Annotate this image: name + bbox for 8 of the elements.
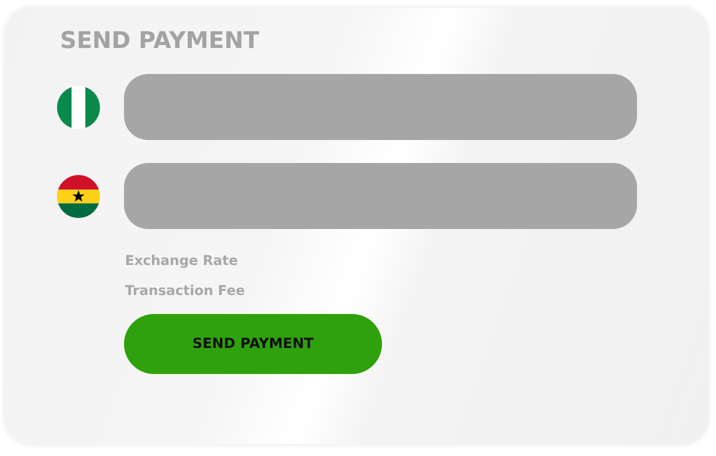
flag-icon	[57, 86, 100, 128]
star-flag-icon	[57, 174, 100, 218]
amount-field[interactable]	[124, 163, 637, 229]
amount-field[interactable]	[124, 74, 637, 140]
info-label: Exchange Rate	[125, 252, 239, 271]
send-payment-button[interactable]: SEND PAYMENT	[124, 314, 382, 374]
info-label: Transaction Fee	[125, 282, 246, 301]
form-title: SEND PAYMENT	[60, 28, 260, 56]
